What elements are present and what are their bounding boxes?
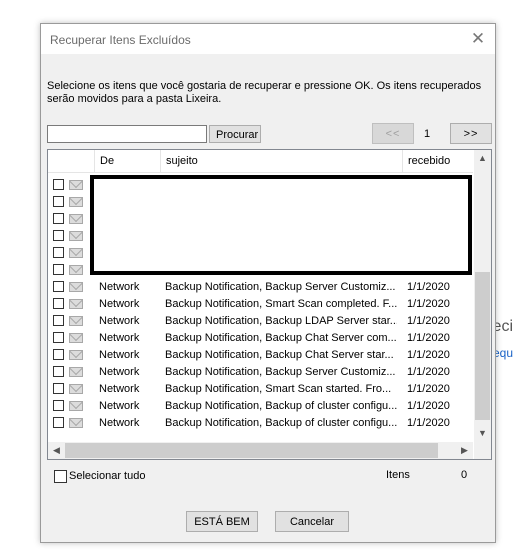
envelope-icon [69,299,83,309]
envelope-icon [69,384,83,394]
item-checkbox[interactable] [53,213,64,224]
envelope-icon [69,401,83,411]
item-from: Network [99,366,140,378]
select-all-checkbox[interactable] [54,470,67,483]
vertical-scrollbar[interactable]: ▲ ▼ [474,150,491,442]
item-subject: Backup Notification, Backup Chat Server … [165,332,397,344]
item-checkbox[interactable] [53,247,64,258]
envelope-icon [69,333,83,343]
scroll-up-icon[interactable]: ▲ [474,150,491,167]
close-icon[interactable]: ✕ [467,28,489,50]
item-from: Network [99,281,140,293]
item-received: 1/1/2020 [407,315,450,327]
select-all-label[interactable]: Selecionar tudo [69,470,145,482]
ok-button[interactable]: ESTÁ BEM [186,511,258,532]
items-label: Itens [386,469,410,481]
list-header: De sujeito recebido [48,150,473,173]
item-received: 1/1/2020 [407,349,450,361]
envelope-icon [69,180,83,190]
list-item[interactable]: Network Backup Notification, Smart Scan s… [48,381,473,398]
horizontal-scroll-thumb[interactable] [65,443,438,458]
item-checkbox[interactable] [53,179,64,190]
scroll-down-icon[interactable]: ▼ [474,425,491,442]
horizontal-scrollbar[interactable]: ◀ ▶ [48,442,473,459]
page-number: 1 [424,128,431,140]
list-item[interactable]: Network Backup Notification, Backup of cl… [48,415,473,432]
scrollbar-corner [474,442,491,459]
cancel-button[interactable]: Cancelar [275,511,349,532]
list-item[interactable]: Network Backup Notification, Backup of cl… [48,398,473,415]
item-checkbox[interactable] [53,230,64,241]
item-received: 1/1/2020 [407,298,450,310]
redacted-area [90,175,472,275]
envelope-icon [69,214,83,224]
header-subject[interactable]: sujeito [161,150,403,172]
envelope-icon [69,418,83,428]
item-checkbox[interactable] [53,417,64,428]
item-from: Network [99,315,140,327]
envelope-icon [69,231,83,241]
deleted-items-list: De sujeito recebido Network Backup Notifi… [47,149,492,460]
dialog-title: Recuperar Itens Excluídos [50,33,191,47]
item-from: Network [99,332,140,344]
list-item[interactable]: Network Backup Notification, Smart Scan c… [48,296,473,313]
vertical-scroll-thumb[interactable] [475,272,490,420]
item-from: Network [99,417,140,429]
envelope-icon [69,282,83,292]
item-received: 1/1/2020 [407,400,450,412]
items-count: 0 [461,469,468,481]
item-subject: Backup Notification, Backup Server Custo… [165,281,396,293]
search-input[interactable] [47,125,207,143]
item-from: Network [99,349,140,361]
item-received: 1/1/2020 [407,281,450,293]
list-item[interactable]: Network Backup Notification, Backup Serve… [48,279,473,296]
item-subject: Backup Notification, Smart Scan complete… [165,298,397,310]
item-checkbox[interactable] [53,196,64,207]
item-checkbox[interactable] [53,349,64,360]
item-checkbox[interactable] [53,264,64,275]
list-item[interactable]: Network Backup Notification, Backup Serve… [48,364,473,381]
envelope-icon [69,367,83,377]
item-received: 1/1/2020 [407,417,450,429]
item-subject: Backup Notification, Backup of cluster c… [165,417,397,429]
instructions-text: Selecione os itens que você gostaria de … [47,80,482,105]
next-page-button[interactable]: >> [450,123,492,144]
item-checkbox[interactable] [53,400,64,411]
envelope-icon [69,350,83,360]
list-item[interactable]: Network Backup Notification, Backup LDAP … [48,313,473,330]
item-subject: Backup Notification, Backup of cluster c… [165,400,397,412]
recover-deleted-items-dialog: Recuperar Itens Excluídos ✕ Selecione os… [40,23,496,543]
header-received[interactable]: recebido [403,150,473,172]
title-bar: Recuperar Itens Excluídos ✕ [41,24,495,54]
item-subject: Backup Notification, Backup Chat Server … [165,349,394,361]
item-received: 1/1/2020 [407,383,450,395]
scroll-left-icon[interactable]: ◀ [48,442,65,459]
item-subject: Backup Notification, Backup LDAP Server … [165,315,397,327]
previous-page-button[interactable]: << [372,123,414,144]
item-from: Network [99,383,140,395]
scroll-right-icon[interactable]: ▶ [456,442,473,459]
item-checkbox[interactable] [53,383,64,394]
item-checkbox[interactable] [53,298,64,309]
item-checkbox[interactable] [53,366,64,377]
item-checkbox[interactable] [53,315,64,326]
list-item[interactable]: Network Backup Notification, Backup Chat … [48,347,473,364]
header-select-column[interactable] [48,150,95,172]
envelope-icon [69,265,83,275]
search-button[interactable]: Procurar [209,125,261,143]
item-checkbox[interactable] [53,281,64,292]
item-received: 1/1/2020 [407,366,450,378]
list-item[interactable]: Network Backup Notification, Backup Chat … [48,330,473,347]
envelope-icon [69,248,83,258]
item-checkbox[interactable] [53,332,64,343]
envelope-icon [69,316,83,326]
item-from: Network [99,298,140,310]
header-from[interactable]: De [95,150,161,172]
item-received: 1/1/2020 [407,332,450,344]
item-from: Network [99,400,140,412]
envelope-icon [69,197,83,207]
item-subject: Backup Notification, Smart Scan started.… [165,383,392,395]
item-subject: Backup Notification, Backup Server Custo… [165,366,396,378]
